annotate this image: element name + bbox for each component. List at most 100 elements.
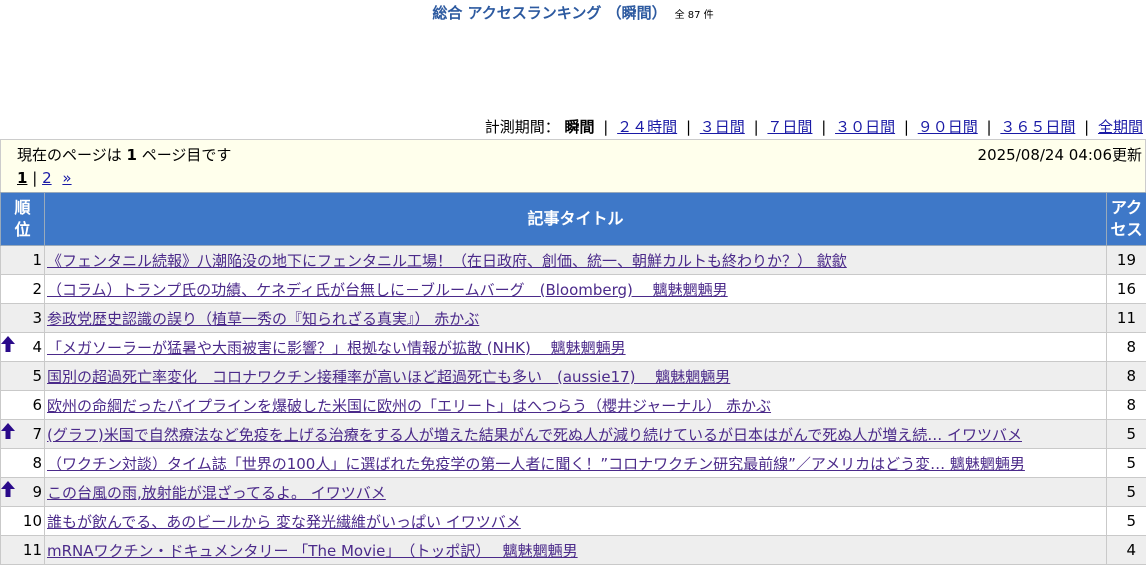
table-row: 3 参政党歴史認識の誤り（植草一秀の『知られざる真実』） 赤かぶ 11 (0, 303, 1146, 333)
period-link-7d[interactable]: ７日間 (767, 118, 812, 136)
page-header: 総合 アクセスランキング （瞬間） 全 87 件 (0, 2, 1146, 23)
rank-number: 3 (32, 309, 42, 327)
page-text-post: ページ目です (141, 146, 232, 164)
access-count: 8 (1106, 361, 1146, 391)
rank-number: 9 (32, 483, 42, 501)
col-access-label: アクセス (1110, 198, 1143, 239)
up-arrow-icon (1, 423, 15, 439)
col-rank-label: 順位 (14, 198, 31, 239)
updated-timestamp: 2025/08/24 04:06更新 (977, 146, 1142, 164)
rank-number: 10 (22, 512, 42, 530)
pager-next-arrow[interactable]: » (62, 169, 71, 187)
rank-number: 6 (32, 396, 42, 414)
separator: | (1084, 118, 1090, 136)
col-access-header: アクセス (1106, 192, 1146, 246)
total-count: 全 87 件 (674, 10, 714, 21)
ranking-table: 順位 記事タイトル アクセス 1 《フェンタニル続報》八潮陥没の地下にフェンタニル… (0, 192, 1146, 565)
title-cell: (グラフ)米国で自然療法など免疫を上げる治療をする人が増えた結果がんで死ぬ人が減… (44, 419, 1107, 449)
separator: | (821, 118, 827, 136)
access-count: 16 (1106, 274, 1146, 304)
page-number: 1 (126, 146, 137, 164)
separator: | (685, 118, 691, 136)
page-title: 総合 アクセスランキング （瞬間） (432, 4, 667, 22)
up-arrow-icon (1, 336, 15, 352)
separator: | (986, 118, 992, 136)
rank-cell: 11 (0, 535, 45, 565)
article-link[interactable]: (グラフ)米国で自然療法など免疫を上げる治療をする人が増えた結果がんで死ぬ人が減… (47, 426, 1022, 444)
article-link[interactable]: 欧州の命綱だったパイプラインを爆破した米国に欧州の「エリート」はへつらう（櫻井ジ… (47, 397, 771, 415)
access-count: 5 (1106, 448, 1146, 478)
rank-cell: 4 (0, 332, 45, 362)
table-row: 10 誰もが飲んでる、あのビールから 変な発光繊維がいっぱい イワツバメ 5 (0, 506, 1146, 536)
table-row: 5 国別の超過死亡率変化 コロナワクチン接種率が高いほど超過死亡も多い (auss… (0, 361, 1146, 391)
rank-cell: 8 (0, 448, 45, 478)
table-row: 4 「メガソーラーが猛暑や大雨被害に影響？」根拠ない情報が拡散 (NHK) 魑魅魍… (0, 332, 1146, 362)
access-count: 5 (1106, 419, 1146, 449)
table-row: 11 mRNAワクチン・ドキュメンタリー 「The Movie」 （トッポ訳） 魑… (0, 535, 1146, 565)
title-cell: （コラム）トランプ氏の功績、ケネディ氏が台無しに－ブルームバーグ (Bloomb… (44, 274, 1107, 304)
rank-cell: 7 (0, 419, 45, 449)
table-row: 9 この台風の雨,放射能が混ざってるよ。 イワツバメ 5 (0, 477, 1146, 507)
title-cell: 《フェンタニル続報》八潮陥没の地下にフェンタニル工場！（在日政府、創価、統一、朝… (44, 245, 1107, 275)
rank-number: 11 (22, 541, 42, 559)
title-cell: 欧州の命綱だったパイプラインを爆破した米国に欧州の「エリート」はへつらう（櫻井ジ… (44, 390, 1107, 420)
period-link-3d[interactable]: ３日間 (700, 118, 745, 136)
access-count: 4 (1106, 535, 1146, 565)
title-cell: 誰もが飲んでる、あのビールから 変な発光繊維がいっぱい イワツバメ (44, 506, 1107, 536)
rank-cell: 1 (0, 245, 45, 275)
table-header-row: 順位 記事タイトル アクセス (0, 192, 1146, 246)
period-link-90d[interactable]: ９０日間 (918, 118, 978, 136)
rank-number: 1 (32, 251, 42, 269)
access-count: 19 (1106, 245, 1146, 275)
period-link-all[interactable]: 全期間 (1098, 118, 1143, 136)
table-row: 2 （コラム）トランプ氏の功績、ケネディ氏が台無しに－ブルームバーグ (Bloom… (0, 274, 1146, 304)
pager: 1 | 2 » (17, 169, 72, 187)
pager-separator: | (32, 169, 38, 187)
access-count: 8 (1106, 390, 1146, 420)
article-link[interactable]: mRNAワクチン・ドキュメンタリー 「The Movie」 （トッポ訳） 魑魅魍… (47, 542, 578, 560)
period-selector: 計測期間： 瞬間 | ２４時間 | ３日間 | ７日間 | ３０日間 | ９０日… (485, 116, 1143, 137)
rank-number: 5 (32, 367, 42, 385)
rank-cell: 5 (0, 361, 45, 391)
access-count: 8 (1106, 332, 1146, 362)
separator: | (603, 118, 609, 136)
current-page-text: 現在のページは 1 ページ目です (17, 144, 231, 165)
access-count: 11 (1106, 303, 1146, 333)
rank-cell: 10 (0, 506, 45, 536)
period-current: 瞬間 (564, 118, 595, 136)
rank-number: 7 (32, 425, 42, 443)
access-count: 5 (1106, 506, 1146, 536)
rank-number: 4 (32, 338, 42, 356)
separator: | (753, 118, 759, 136)
article-link[interactable]: 《フェンタニル続報》八潮陥没の地下にフェンタニル工場！（在日政府、創価、統一、朝… (47, 252, 847, 270)
period-link-24h[interactable]: ２４時間 (617, 118, 677, 136)
table-row: 7 (グラフ)米国で自然療法など免疫を上げる治療をする人が増えた結果がんで死ぬ人が… (0, 419, 1146, 449)
table-row: 6 欧州の命綱だったパイプラインを爆破した米国に欧州の「エリート」はへつらう（櫻井… (0, 390, 1146, 420)
col-rank-header: 順位 (0, 192, 45, 246)
pager-link-2[interactable]: 2 (42, 169, 52, 187)
title-cell: 「メガソーラーが猛暑や大雨被害に影響？」根拠ない情報が拡散 (NHK) 魑魅魍魎… (44, 332, 1107, 362)
article-link[interactable]: 参政党歴史認識の誤り（植草一秀の『知られざる真実』） 赤かぶ (47, 310, 479, 328)
period-link-30d[interactable]: ３０日間 (835, 118, 895, 136)
title-cell: mRNAワクチン・ドキュメンタリー 「The Movie」 （トッポ訳） 魑魅魍… (44, 535, 1107, 565)
rank-cell: 6 (0, 390, 45, 420)
rank-number: 8 (32, 454, 42, 472)
table-body: 1 《フェンタニル続報》八潮陥没の地下にフェンタニル工場！（在日政府、創価、統一、… (0, 245, 1146, 565)
rank-cell: 9 (0, 477, 45, 507)
table-row: 1 《フェンタニル続報》八潮陥没の地下にフェンタニル工場！（在日政府、創価、統一、… (0, 245, 1146, 275)
article-link[interactable]: （コラム）トランプ氏の功績、ケネディ氏が台無しに－ブルームバーグ (Bloomb… (47, 281, 728, 299)
rank-cell: 3 (0, 303, 45, 333)
article-link[interactable]: 国別の超過死亡率変化 コロナワクチン接種率が高いほど超過死亡も多い (aussi… (47, 368, 730, 386)
period-link-365d[interactable]: ３６５日間 (1000, 118, 1075, 136)
table-row: 8 （ワクチン対談）タイム誌「世界の100人」に選ばれた免疫学の第一人者に聞く！”… (0, 448, 1146, 478)
article-link[interactable]: 誰もが飲んでる、あのビールから 変な発光繊維がいっぱい イワツバメ (47, 513, 521, 531)
title-cell: 参政党歴史認識の誤り（植草一秀の『知られざる真実』） 赤かぶ (44, 303, 1107, 333)
period-label: 計測期間： (484, 118, 560, 136)
article-link[interactable]: 「メガソーラーが猛暑や大雨被害に影響？」根拠ない情報が拡散 (NHK) 魑魅魍魎… (47, 339, 626, 357)
page-text-pre: 現在のページは (17, 146, 122, 164)
pager-current: 1 (17, 169, 28, 187)
article-link[interactable]: この台風の雨,放射能が混ざってるよ。 イワツバメ (47, 484, 386, 502)
title-cell: この台風の雨,放射能が混ざってるよ。 イワツバメ (44, 477, 1107, 507)
up-arrow-icon (1, 481, 15, 497)
article-link[interactable]: （ワクチン対談）タイム誌「世界の100人」に選ばれた免疫学の第一人者に聞く！”コ… (47, 455, 1025, 473)
